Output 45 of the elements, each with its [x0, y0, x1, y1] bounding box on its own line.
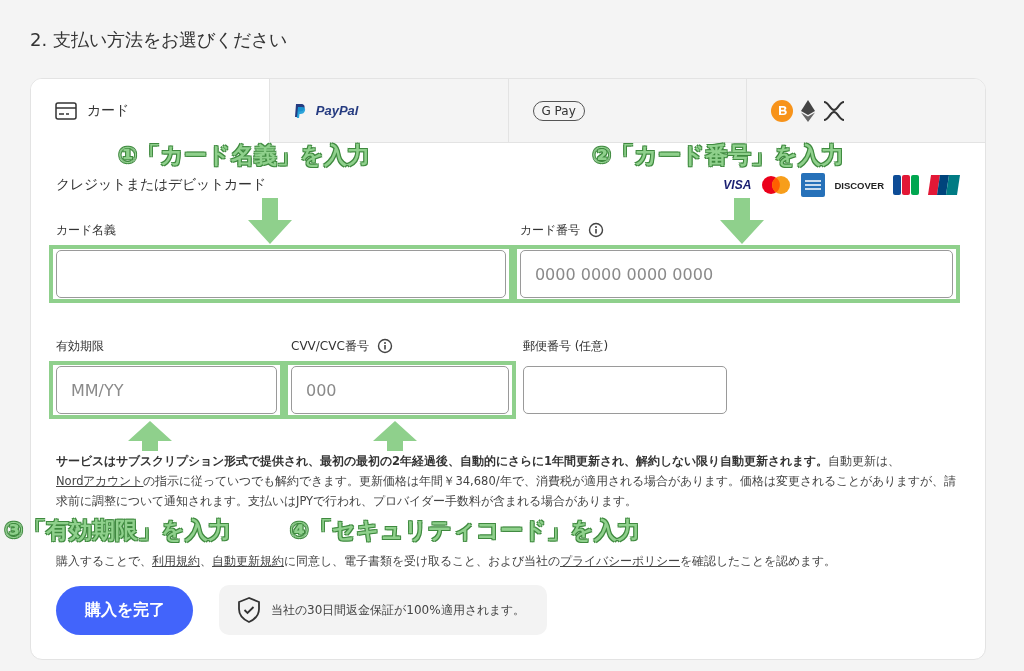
input-field[interactable] — [523, 366, 727, 414]
credit-card-icon — [55, 101, 77, 120]
terms-text: サービスはサブスクリプション形式で提供され、最初の最初の2年経過後、自動的にさらに1年間更新され、解約しない限り自動更新されます。自動更新は、 Nordアカウントの指示に従っていつでも解約できます。更新価格は年間￥34,680/年で、消費税が適用される場合があります。価格は変更されることがありますが、請求前に調整について通知されます。支払いはJPYで行われ、プロバイダー手数料が含まれる場合があります。 — [56, 453, 957, 510]
input-field[interactable] — [56, 250, 506, 298]
terms-text: 購入することで、利用規約、自動更新規約に同意し、電子書類を受け取ること、および当社のプライバシーポリシーを確認したことを認めます。 — [56, 553, 837, 570]
discover-logo: DISCOVER — [834, 179, 884, 191]
field-label: 郵便番号 (任意) — [523, 337, 609, 355]
input-field[interactable]: 000 — [291, 366, 509, 414]
card-type-title: クレジットまたはデビットカード — [56, 176, 266, 194]
input-field[interactable]: 0000 0000 0000 0000 — [519, 250, 953, 298]
annotation-label: ③「有効期限」を入力 — [4, 516, 232, 545]
section-heading: 2. 支払い方法をお選びください — [30, 28, 288, 52]
payment-tab[interactable]: G Pay — [507, 79, 747, 143]
field-label: CVV/CVC番号 — [291, 337, 369, 355]
mastercard-icon — [760, 175, 793, 195]
terms-link[interactable]: 自動更新規約 — [212, 554, 284, 568]
up-arrow — [373, 421, 417, 451]
annotation-label: ④「セキュリティコード」を入力 — [289, 516, 640, 545]
field-label: カード番号 — [519, 221, 580, 239]
info-icon[interactable] — [587, 222, 604, 238]
payment-tab[interactable] — [746, 79, 985, 143]
down-arrow — [248, 198, 292, 244]
terms-link[interactable]: プライバシーポリシー — [560, 554, 680, 568]
terms-link[interactable]: Nordアカウント — [56, 474, 144, 488]
input-field[interactable]: MM/YY — [56, 366, 277, 414]
paypal-icon — [293, 103, 306, 118]
purchase-button[interactable]: 購入を完了 — [56, 585, 193, 635]
amex-icon — [801, 173, 826, 197]
visa-logo: VISA — [723, 178, 752, 192]
guarantee-text: 当社の30日間返金保証が100%適用されます。 — [271, 601, 525, 619]
info-icon[interactable] — [376, 338, 393, 354]
field-label: カード名義 — [56, 221, 116, 239]
field-label: 有効期限 — [56, 337, 104, 355]
ethereum-icon — [801, 99, 816, 122]
terms-link[interactable]: 利用規約 — [152, 554, 200, 568]
bitcoin-icon — [771, 99, 794, 122]
x-shape-icon — [823, 100, 846, 121]
unionpay-icon — [928, 174, 960, 196]
payment-tab[interactable]: PayPal — [268, 79, 508, 143]
annotation-label: ①「カード名義」を入力 — [118, 141, 371, 170]
down-arrow — [720, 198, 764, 244]
up-arrow — [128, 421, 172, 451]
annotation-label: ②「カード番号」を入力 — [592, 141, 845, 170]
shield-check-icon — [237, 597, 261, 623]
jcb-icon — [893, 175, 919, 195]
